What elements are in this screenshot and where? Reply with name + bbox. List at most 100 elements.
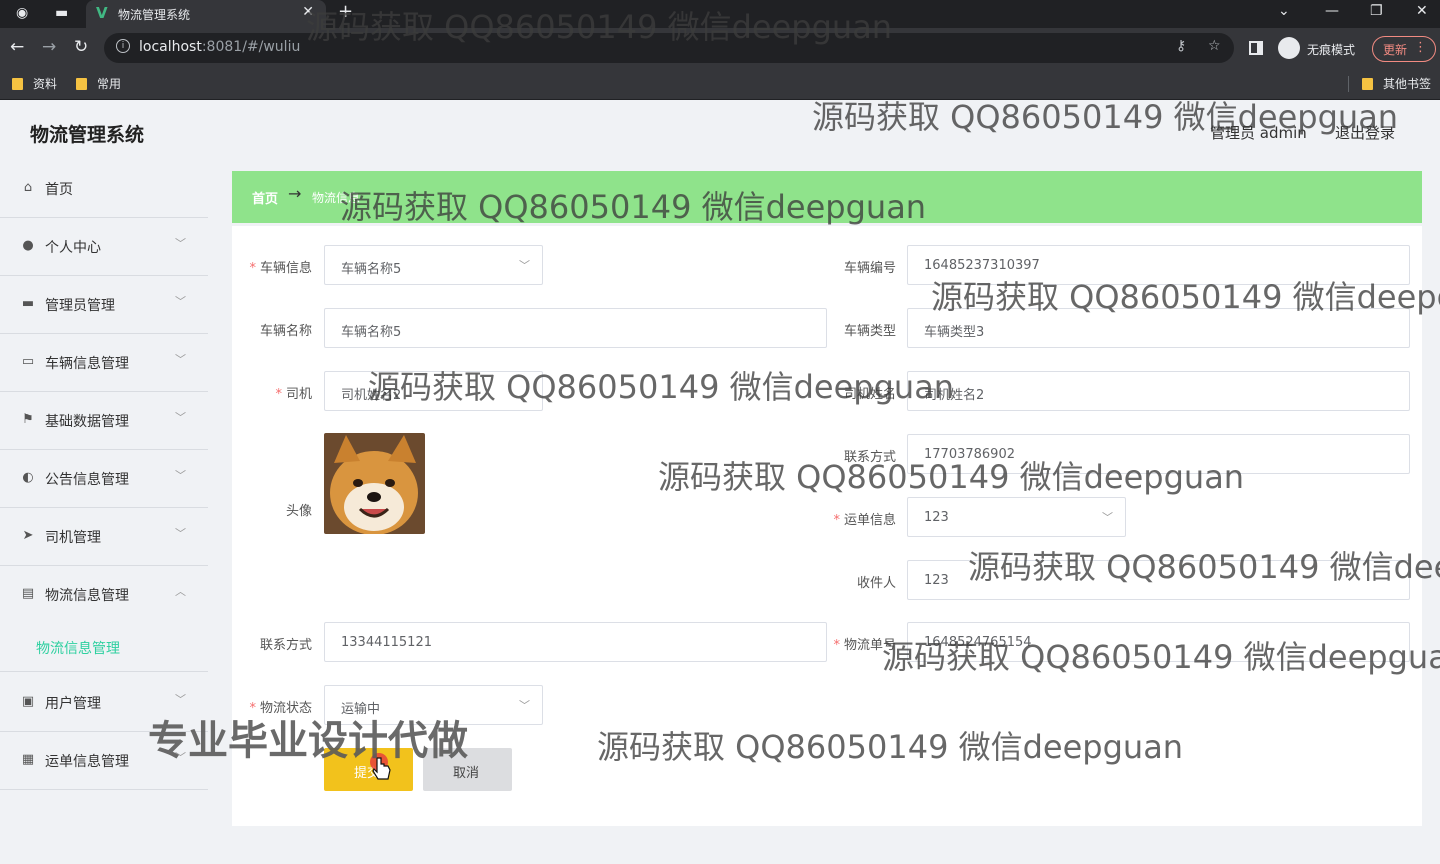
vehicle-name-value: 车辆名称5 — [341, 325, 402, 340]
update-button[interactable]: 更新 ⋮ — [1372, 36, 1436, 62]
driver-name-value: 司机姓名2 — [924, 388, 985, 403]
chevron-down-icon: ﹀ — [175, 411, 186, 424]
sidebar-item-waybills[interactable]: ▦ 运单信息管理 ﹀ — [0, 732, 208, 790]
breadcrumb-current: 物流信息 — [312, 191, 361, 205]
sidebar-item-label: 个人中心 — [45, 240, 101, 256]
current-user: 管理员 admin — [1210, 124, 1307, 142]
label-vehicle-no: 车辆编号 — [843, 261, 896, 276]
sidebar-item-label: 管理员管理 — [45, 298, 115, 314]
sidebar-item-home[interactable]: ⌂ 首页 — [0, 160, 208, 218]
driver-name-field[interactable]: 司机姓名2 — [907, 371, 1410, 411]
logout-link[interactable]: 退出登录 — [1335, 122, 1395, 143]
cancel-label: 取消 — [453, 766, 480, 781]
chevron-down-icon: ﹀ — [175, 469, 186, 482]
sidebar-item-label: 用户管理 — [45, 696, 101, 712]
receiver-value: 123 — [924, 573, 949, 588]
url-text: localhost:8081/#/wuliu — [139, 39, 301, 55]
logistics-status-value: 运输中 — [341, 702, 381, 717]
chart-icon: ▣ — [21, 694, 35, 709]
chevron-down-icon: ﹀ — [175, 751, 186, 764]
driver-phone-field[interactable]: 17703786902 — [907, 434, 1410, 474]
sidebar-item-vehicles[interactable]: ▭ 车辆信息管理 ﹀ — [0, 334, 208, 392]
vehicle-no-value: 16485237310397 — [924, 258, 1040, 273]
vehicle-type-value: 车辆类型3 — [924, 325, 985, 340]
vehicle-type-field[interactable]: 车辆类型3 — [907, 308, 1410, 348]
receiver-field[interactable]: 123 — [907, 560, 1410, 600]
window-close-icon[interactable]: ✕ — [1416, 3, 1428, 19]
label-driver: * 司机 — [275, 387, 312, 402]
receiver-phone-field[interactable]: 13344115121 — [324, 622, 827, 662]
bookmark-separator — [1348, 76, 1349, 92]
sidebar-item-label: 公告信息管理 — [45, 472, 129, 488]
shiba-dog-image — [324, 433, 425, 534]
tab-close-icon[interactable]: ✕ — [302, 4, 314, 20]
chevron-down-icon: ﹀ — [175, 527, 186, 540]
sidebar-item-notices[interactable]: ◐ 公告信息管理 ﹀ — [0, 450, 208, 508]
receiver-phone-value: 13344115121 — [341, 635, 432, 650]
vehicle-no-field[interactable]: 16485237310397 — [907, 245, 1410, 285]
incognito-icon[interactable] — [1278, 37, 1300, 59]
sidebar-item-label: 运单信息管理 — [45, 754, 129, 770]
back-icon[interactable]: ← — [10, 37, 24, 57]
driver-value: 司机姓名2 — [341, 388, 402, 403]
flag-icon: ⚑ — [22, 412, 34, 427]
reload-icon[interactable]: ↻ — [74, 37, 88, 57]
bookmark-star-icon[interactable]: ☆ — [1208, 38, 1221, 54]
breadcrumb: 首页 → 物流信息 — [232, 171, 1422, 223]
sidebar-subitem-logistics[interactable]: 物流信息管理 — [0, 620, 208, 672]
bookmark-folder-2[interactable]: 常用 — [76, 75, 121, 92]
browser-tab[interactable]: V 物流管理系统 ✕ — [86, 0, 326, 28]
sidebar-item-profile[interactable]: ● 个人中心 ﹀ — [0, 218, 208, 276]
waybill-info-select[interactable]: 123 ﹀ — [907, 497, 1126, 537]
chevron-down-icon: ﹀ — [175, 237, 186, 250]
sidebar-item-admins[interactable]: ▬ 管理员管理 ﹀ — [0, 276, 208, 334]
forward-icon[interactable]: → — [42, 37, 56, 57]
sidebar-item-label: 基础数据管理 — [45, 414, 129, 430]
tab-overview-icon[interactable]: ▬ — [55, 5, 68, 21]
sidebar-item-basedata[interactable]: ⚑ 基础数据管理 ﹀ — [0, 392, 208, 450]
ticket-icon: ▦ — [21, 752, 35, 767]
address-bar[interactable]: i localhost:8081/#/wuliu ⚷ ☆ — [104, 33, 1234, 63]
incognito-label: 无痕模式 — [1307, 43, 1356, 57]
driver-select[interactable]: 司机姓名2 — [324, 371, 543, 411]
sidebar-item-users[interactable]: ▣ 用户管理 ﹀ — [0, 674, 208, 732]
breadcrumb-home[interactable]: 首页 — [252, 188, 278, 207]
tab-search-icon[interactable]: ⌄ — [1278, 3, 1290, 19]
sidebar-item-drivers[interactable]: ➤ 司机管理 ﹀ — [0, 508, 208, 566]
avatar[interactable] — [324, 433, 425, 534]
bulb-icon: ◐ — [22, 470, 34, 485]
vehicle-info-select[interactable]: 车辆名称5 ﹀ — [324, 245, 543, 285]
label-logistics-no: * 物流单号 — [833, 638, 896, 653]
label-logistics-status: * 物流状态 — [249, 701, 312, 716]
chevron-down-icon: ﹀ — [175, 353, 186, 366]
chevron-down-icon: ﹀ — [1102, 511, 1113, 524]
password-key-icon[interactable]: ⚷ — [1176, 38, 1186, 54]
cancel-button[interactable]: 取消 — [423, 748, 512, 791]
chevron-down-icon: ﹀ — [519, 699, 530, 712]
vehicle-name-field[interactable]: 车辆名称5 — [324, 308, 827, 348]
more-menu-icon[interactable]: ⋮ — [1414, 40, 1427, 55]
minimize-icon[interactable]: — — [1325, 3, 1339, 19]
chevron-down-icon: ﹀ — [519, 259, 530, 272]
chevron-up-icon: ︿ — [175, 585, 186, 598]
restore-icon[interactable]: ❐ — [1370, 3, 1383, 19]
sidebar-item-label: 车辆信息管理 — [45, 356, 129, 372]
site-info-icon[interactable]: i — [116, 39, 130, 53]
monitor-icon: ▤ — [21, 586, 35, 601]
logistics-status-select[interactable]: 运输中 ﹀ — [324, 685, 543, 725]
breadcrumb-arrow-icon: → — [288, 184, 302, 203]
browser-tab-bar: ◉ ▬ V 物流管理系统 ✕ + ⌄ — ❐ ✕ — [0, 0, 1440, 28]
app-brand: 物流管理系统 — [30, 124, 145, 146]
new-tab-icon[interactable]: + — [338, 1, 353, 22]
driver-phone-value: 17703786902 — [924, 447, 1015, 462]
sidebar-item-logistics[interactable]: ▤ 物流信息管理 ︿ — [0, 566, 208, 624]
logistics-no-field[interactable]: 1648524765154 — [907, 622, 1410, 662]
bookmarks-bar: 资料 常用 其他书签 — [0, 68, 1440, 100]
browser-globe-icon[interactable]: ◉ — [16, 5, 28, 21]
side-panel-icon[interactable] — [1249, 41, 1263, 55]
home-icon: ⌂ — [23, 180, 33, 195]
other-bookmarks[interactable]: 其他书签 — [1362, 75, 1431, 92]
logistics-no-value: 1648524765154 — [924, 635, 1032, 650]
person-icon: ● — [22, 238, 34, 253]
bookmark-folder-1[interactable]: 资料 — [12, 75, 57, 92]
